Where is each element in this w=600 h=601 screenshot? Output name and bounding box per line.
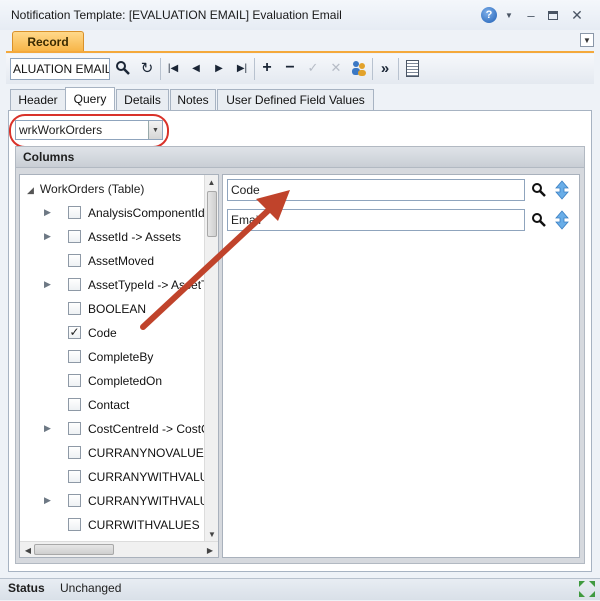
- status-label: Status: [8, 581, 45, 595]
- annotation-arrow: [140, 190, 290, 330]
- expand-icon[interactable]: [578, 580, 596, 598]
- status-value: Unchanged: [60, 581, 122, 595]
